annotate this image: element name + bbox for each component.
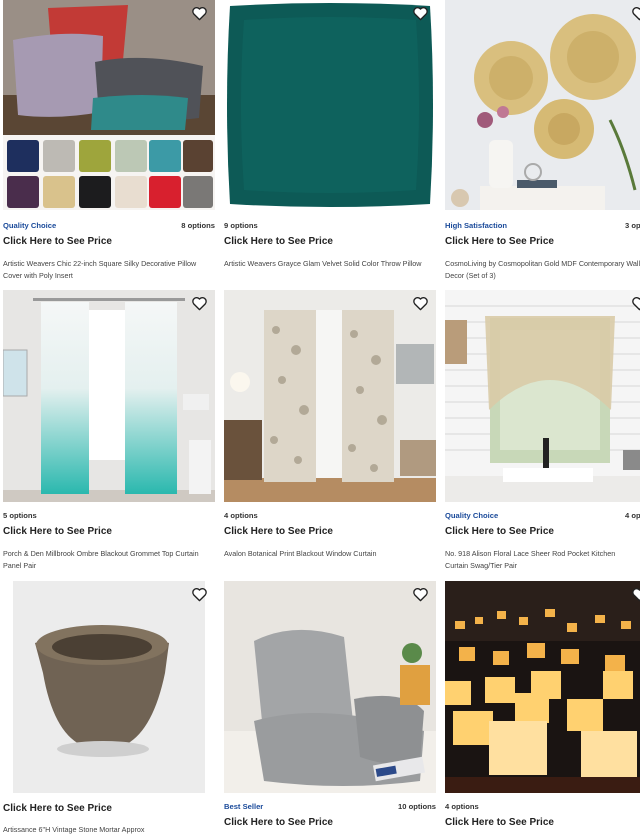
price-link[interactable]: Click Here to See Price [224, 236, 436, 247]
price-link[interactable]: Click Here to See Price [445, 817, 640, 828]
options-count: 3 options [625, 221, 640, 230]
favorite-heart-icon[interactable] [190, 586, 208, 602]
quality-badge: Quality Choice [3, 221, 57, 230]
product-title[interactable]: CosmoLiving by Cosmopolitan Gold MDF Con… [445, 258, 640, 281]
options-count: 8 options [181, 221, 215, 230]
product-image-stone-mortar[interactable] [3, 581, 215, 793]
price-link[interactable]: Click Here to See Price [3, 803, 215, 814]
favorite-heart-icon[interactable] [411, 5, 429, 21]
price-link[interactable]: Click Here to See Price [445, 236, 640, 247]
best-seller-badge: Best Seller [224, 802, 264, 811]
product-meta: 5 options [3, 511, 215, 523]
product-image-reading-pillow[interactable] [224, 581, 436, 793]
product-image-ombre-curtain[interactable] [3, 290, 215, 502]
product-title[interactable]: Porch & Den Millbrook Ombre Blackout Gro… [3, 548, 215, 571]
product-title[interactable]: No. 918 Alison Floral Lace Sheer Rod Poc… [445, 548, 640, 571]
product-meta: Quality Choice 4 options [445, 511, 640, 523]
favorite-heart-icon[interactable] [630, 586, 640, 602]
product-image-gold-wall-decor[interactable] [445, 0, 640, 210]
options-count: 4 options [445, 802, 479, 811]
options-count: 9 options [224, 221, 258, 230]
quality-badge: Quality Choice [445, 511, 499, 520]
product-image-botanical-curtain[interactable] [224, 290, 436, 502]
product-image-pillow-set[interactable] [3, 0, 215, 210]
price-link[interactable]: Click Here to See Price [224, 526, 436, 537]
product-image-velvet-pillow[interactable] [224, 0, 436, 210]
options-count: 5 options [3, 511, 37, 520]
product-meta: 4 options [224, 511, 436, 523]
product-title[interactable]: Avalon Botanical Print Blackout Window C… [224, 548, 436, 560]
product-image-lace-swag-curtain[interactable] [445, 290, 640, 502]
options-count: 10 options [398, 802, 436, 811]
favorite-heart-icon[interactable] [411, 586, 429, 602]
product-meta: Best Seller 10 options [224, 802, 436, 814]
product-image-floating-lanterns[interactable] [445, 581, 640, 793]
product-meta: 9 options [224, 221, 436, 233]
price-link[interactable]: Click Here to See Price [224, 817, 436, 828]
favorite-heart-icon[interactable] [190, 5, 208, 21]
price-link[interactable]: Click Here to See Price [3, 526, 215, 537]
product-title[interactable]: Artissance 6"H Vintage Stone Mortar Appr… [3, 824, 215, 836]
favorite-heart-icon[interactable] [190, 295, 208, 311]
product-meta: Quality Choice 8 options [3, 221, 215, 233]
options-count: 4 options [224, 511, 258, 520]
favorite-heart-icon[interactable] [630, 295, 640, 311]
product-title[interactable]: Artistic Weavers Chic 22-inch Square Sil… [3, 258, 215, 281]
favorite-heart-icon[interactable] [630, 5, 640, 21]
product-title[interactable]: Artistic Weavers Grayce Glam Velvet Soli… [224, 258, 436, 270]
options-count: 4 options [625, 511, 640, 520]
price-link[interactable]: Click Here to See Price [3, 236, 215, 247]
price-link[interactable]: Click Here to See Price [445, 526, 640, 537]
product-meta: 4 options [445, 802, 640, 814]
product-meta: High Satisfaction 3 options [445, 221, 640, 233]
satisfaction-badge: High Satisfaction [445, 221, 508, 230]
favorite-heart-icon[interactable] [411, 295, 429, 311]
